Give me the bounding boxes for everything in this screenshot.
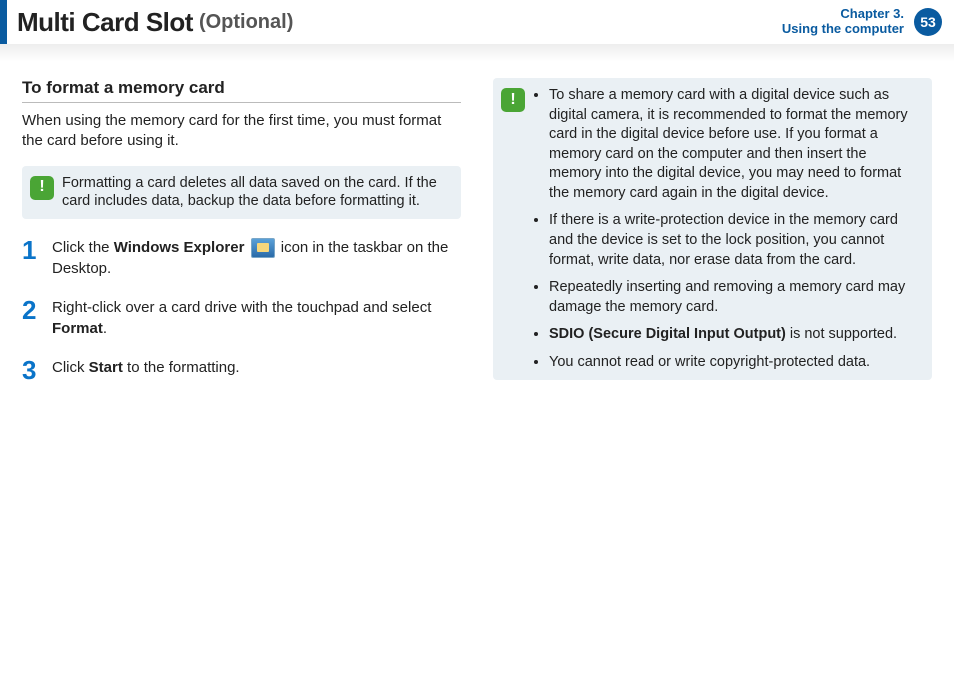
info-list: To share a memory card with a digital de… (533, 86, 922, 372)
step-number: 3 (22, 357, 42, 383)
section-heading: To format a memory card (22, 78, 461, 103)
page-subtitle: (Optional) (199, 11, 293, 34)
step-1: 1 Click the Windows Explorer icon in the… (22, 237, 461, 279)
warning-note: ! Formatting a card deletes all data sav… (22, 166, 461, 220)
step-1-text: Click the Windows Explorer icon in the t… (52, 237, 461, 279)
left-column: To format a memory card When using the m… (22, 78, 461, 401)
step-3-text: Click Start to the formatting. (52, 357, 240, 383)
list-item: To share a memory card with a digital de… (549, 86, 922, 203)
page-title: Multi Card Slot (17, 7, 193, 38)
header-shadow (0, 44, 954, 62)
warning-icon: ! (30, 176, 54, 200)
step-number: 2 (22, 297, 42, 339)
content-columns: To format a memory card When using the m… (0, 62, 954, 401)
right-column: ! To share a memory card with a digital … (493, 78, 932, 401)
step-2-text: Right-click over a card drive with the t… (52, 297, 461, 339)
step-number: 1 (22, 237, 42, 279)
warning-text: Formatting a card deletes all data saved… (62, 174, 451, 212)
list-item: Repeatedly inserting and removing a memo… (549, 278, 922, 317)
list-item: SDIO (Secure Digital Input Output) is no… (549, 325, 922, 345)
chapter-line-1: Chapter 3. (782, 7, 904, 22)
list-item: If there is a write-protection device in… (549, 211, 922, 270)
page-header: Multi Card Slot (Optional) Chapter 3. Us… (0, 0, 954, 44)
header-right: Chapter 3. Using the computer 53 (782, 0, 942, 44)
page: Multi Card Slot (Optional) Chapter 3. Us… (0, 0, 954, 677)
info-note: ! To share a memory card with a digital … (493, 78, 932, 380)
chapter-label: Chapter 3. Using the computer (782, 7, 910, 37)
info-icon: ! (501, 88, 525, 112)
intro-paragraph: When using the memory card for the first… (22, 111, 461, 152)
chapter-line-2: Using the computer (782, 22, 904, 37)
step-3: 3 Click Start to the formatting. (22, 357, 461, 383)
page-number: 53 (920, 14, 936, 30)
windows-explorer-icon (251, 238, 275, 258)
step-2: 2 Right-click over a card drive with the… (22, 297, 461, 339)
list-item: You cannot read or write copyright-prote… (549, 353, 922, 373)
page-number-badge: 53 (914, 8, 942, 36)
